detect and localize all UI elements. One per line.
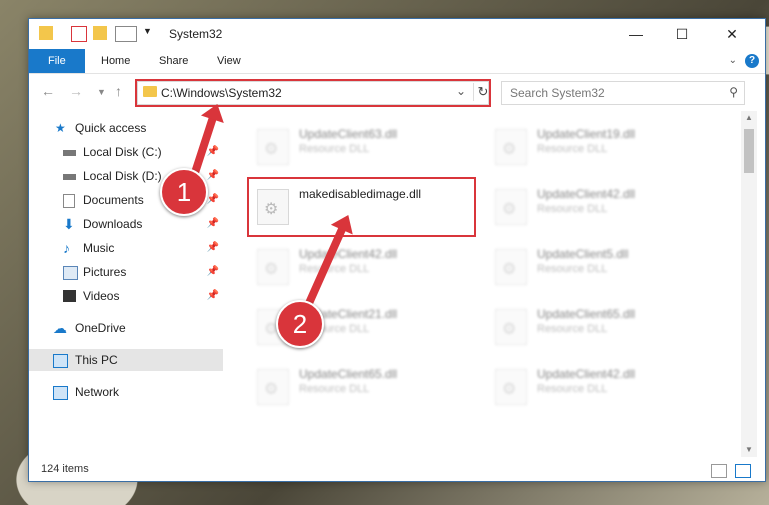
video-icon — [63, 290, 76, 302]
pin-icon[interactable]: 📌 — [207, 213, 219, 235]
dll-file-icon — [257, 249, 289, 285]
sidebar-item-pictures[interactable]: Pictures 📌 — [29, 261, 223, 283]
list-item[interactable]: UpdateClient19.dll Resource DLL — [487, 121, 717, 169]
sidebar-item-music[interactable]: ♪ Music 📌 — [29, 237, 223, 259]
expand-ribbon-icon[interactable]: ⌄ — [729, 55, 737, 66]
file-explorer-window: ▼ System32 — ☐ ✕ File Home Share View ⌄ … — [28, 18, 766, 482]
dll-file-icon — [495, 189, 527, 225]
sidebar-item-network[interactable]: Network — [29, 381, 223, 403]
maximize-button[interactable]: ☐ — [659, 19, 705, 49]
vertical-scrollbar[interactable]: ▲ ▼ — [741, 111, 757, 457]
dll-file-icon — [495, 249, 527, 285]
large-icons-view-icon[interactable] — [735, 464, 751, 478]
document-icon — [63, 194, 75, 208]
chevron-down-icon[interactable]: ▼ — [143, 26, 157, 40]
list-item[interactable]: UpdateClient63.dll Resource DLL — [249, 121, 479, 169]
dll-file-icon — [257, 369, 289, 405]
callout-step-1: 1 — [160, 168, 208, 216]
back-icon[interactable]: ← — [41, 83, 55, 99]
help-icon[interactable]: ? — [745, 54, 759, 68]
tab-home[interactable]: Home — [87, 49, 144, 73]
sidebar-item-quick-access[interactable]: ★ Quick access — [29, 117, 223, 139]
scroll-up-icon[interactable]: ▲ — [741, 111, 757, 125]
close-button[interactable]: ✕ — [709, 19, 755, 49]
dll-file-icon — [495, 129, 527, 165]
details-view-icon[interactable] — [711, 464, 727, 478]
sidebar-item-this-pc[interactable]: This PC — [29, 349, 223, 371]
drive-icon — [63, 174, 76, 180]
list-item[interactable]: UpdateClient65.dll Resource DLL — [249, 361, 479, 409]
dll-file-icon — [495, 369, 527, 405]
pin-icon[interactable]: 📌 — [207, 189, 219, 211]
search-input[interactable]: Search System32 ⚲ — [501, 81, 745, 105]
tab-view[interactable]: View — [203, 49, 255, 73]
properties-icon[interactable] — [71, 26, 87, 42]
dll-file-icon — [257, 129, 289, 165]
star-icon: ★ — [55, 121, 66, 135]
list-item[interactable]: UpdateClient5.dll Resource DLL — [487, 241, 717, 289]
computer-icon — [53, 354, 68, 368]
folder-icon — [39, 26, 53, 40]
tab-share[interactable]: Share — [145, 49, 202, 73]
minimize-button[interactable]: — — [613, 19, 659, 49]
picture-icon — [63, 266, 78, 280]
list-item[interactable]: UpdateClient65.dll Resource DLL — [487, 301, 717, 349]
music-icon: ♪ — [63, 240, 70, 256]
list-item[interactable]: UpdateClient42.dll Resource DLL — [487, 361, 717, 409]
file-highlight-box — [247, 177, 476, 237]
tab-file[interactable]: File — [29, 49, 85, 73]
item-count: 124 items — [41, 463, 89, 475]
scrollbar-thumb[interactable] — [744, 129, 754, 173]
address-highlight-box — [135, 79, 491, 107]
scroll-down-icon[interactable]: ▼ — [741, 443, 757, 457]
callout-step-2: 2 — [276, 300, 324, 348]
list-item[interactable]: UpdateClient42.dll Resource DLL — [487, 181, 717, 229]
sidebar-item-downloads[interactable]: ⬇ Downloads 📌 — [29, 213, 223, 235]
forward-icon[interactable]: → — [69, 83, 83, 99]
pin-icon[interactable]: 📌 — [207, 237, 219, 259]
window-title: System32 — [169, 27, 223, 41]
network-icon — [53, 386, 68, 400]
customize-toolbar-icon[interactable] — [115, 26, 137, 42]
cloud-icon: ☁ — [53, 320, 67, 336]
sidebar-item-videos[interactable]: Videos 📌 — [29, 285, 223, 307]
title-bar: ▼ System32 — ☐ ✕ — [29, 19, 765, 49]
pin-icon[interactable]: 📌 — [207, 165, 219, 187]
new-folder-icon[interactable] — [93, 26, 107, 40]
download-icon: ⬇ — [63, 216, 75, 232]
search-placeholder: Search System32 — [510, 86, 605, 100]
ribbon-tabs: File Home Share View ⌄ ? — [29, 49, 765, 74]
file-list: UpdateClient63.dll Resource DLL UpdateCl… — [225, 111, 739, 457]
search-icon[interactable]: ⚲ — [729, 85, 738, 99]
sidebar-item-onedrive[interactable]: ☁ OneDrive — [29, 317, 223, 339]
recent-locations-icon[interactable]: ▼ — [97, 87, 106, 97]
pin-icon[interactable]: 📌 — [207, 285, 219, 307]
status-bar: 124 items — [29, 459, 765, 481]
pin-icon[interactable]: 📌 — [207, 261, 219, 283]
list-item[interactable]: UpdateClient42.dll Resource DLL — [249, 241, 479, 289]
drive-icon — [63, 150, 76, 156]
dll-file-icon — [495, 309, 527, 345]
navigation-bar: ← → ▼ ↑ C:\Windows\System32 ⌄ ↻ Search S… — [29, 75, 765, 109]
up-icon[interactable]: ↑ — [115, 83, 122, 99]
